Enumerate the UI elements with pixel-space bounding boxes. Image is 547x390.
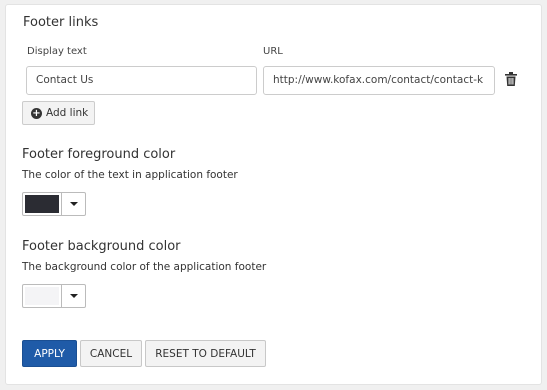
- background-color-description: The background color of the application …: [22, 261, 267, 273]
- foreground-color-picker[interactable]: [22, 192, 86, 216]
- caret-down-icon: [69, 294, 78, 298]
- background-color-swatch[interactable]: [22, 284, 62, 308]
- reset-to-default-button[interactable]: RESET TO DEFAULT: [145, 340, 266, 367]
- apply-button[interactable]: APPLY: [22, 340, 77, 367]
- trash-icon[interactable]: [505, 72, 517, 86]
- footer-settings-panel: Footer links Display text URL Contact Us…: [5, 4, 542, 385]
- add-link-label: Add link: [46, 107, 89, 119]
- foreground-color-title: Footer foreground color: [22, 147, 176, 162]
- foreground-color-swatch[interactable]: [22, 192, 62, 216]
- foreground-color-description: The color of the text in application foo…: [22, 169, 238, 181]
- url-label: URL: [263, 46, 283, 57]
- background-color-title: Footer background color: [22, 239, 181, 254]
- background-color-picker[interactable]: [22, 284, 86, 308]
- plus-circle-icon: +: [31, 107, 42, 119]
- caret-down-icon: [69, 202, 78, 206]
- background-color-fill: [25, 287, 59, 305]
- add-link-button[interactable]: + Add link: [22, 101, 96, 125]
- foreground-color-fill: [25, 195, 59, 213]
- foreground-color-dropdown-button[interactable]: [62, 192, 86, 216]
- display-text-label: Display text: [27, 46, 87, 57]
- cancel-button[interactable]: CANCEL: [80, 340, 142, 367]
- url-input[interactable]: http://www.kofax.com/contact/contact-k: [263, 66, 495, 95]
- display-text-input[interactable]: Contact Us: [26, 66, 257, 95]
- background-color-dropdown-button[interactable]: [62, 284, 86, 308]
- footer-links-title: Footer links: [23, 15, 99, 30]
